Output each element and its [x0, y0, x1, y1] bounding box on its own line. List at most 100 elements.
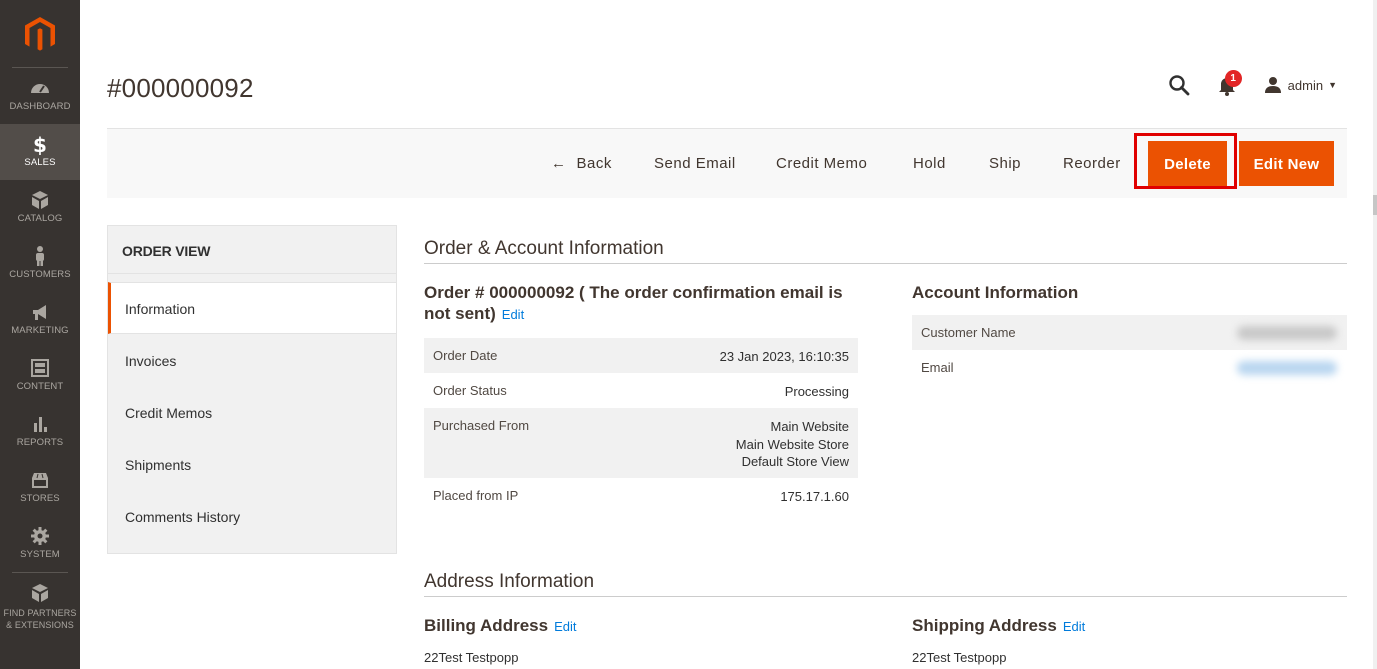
back-button[interactable]: ← Back [551, 150, 612, 178]
dollar-icon: $ [29, 133, 51, 155]
shipping-address-title: Shipping Address Edit [912, 615, 1085, 637]
send-email-button[interactable]: Send Email [654, 150, 736, 178]
sidebar-item-label: CATALOG [0, 213, 80, 225]
sidebar-item-find-partners[interactable]: FIND PARTNERS & EXTENSIONS [0, 574, 80, 634]
table-row: Order Status Processing [424, 373, 858, 408]
billing-name: 22Test Testpopp [424, 650, 518, 665]
sidebar-item-stores[interactable]: STORES [0, 460, 80, 516]
scrollbar-thumb[interactable] [1373, 195, 1377, 215]
order-status-label: Order Status [433, 383, 507, 398]
sidebar-item-label: SYSTEM [0, 549, 80, 561]
admin-username: admin [1288, 78, 1323, 93]
dashboard-icon [29, 77, 51, 99]
tab-comments-history[interactable]: Comments History [108, 491, 396, 543]
magento-logo[interactable] [0, 0, 80, 68]
sidebar-item-label-line2: & EXTENSIONS [0, 619, 80, 631]
chevron-down-icon: ▼ [1328, 80, 1337, 90]
sidebar-item-system[interactable]: SYSTEM [0, 516, 80, 572]
order-date-label: Order Date [433, 348, 497, 363]
ship-button[interactable]: Ship [989, 150, 1021, 178]
table-row: Customer Name [912, 315, 1347, 350]
gear-icon [29, 525, 51, 547]
highlight-annotation [1134, 133, 1237, 189]
customer-name-label: Customer Name [921, 325, 1016, 340]
admin-user-menu[interactable]: admin ▼ [1264, 76, 1337, 94]
layout-icon [29, 357, 51, 379]
admin-sidebar: DASHBOARD $ SALES CATALOG CUSTOMERS MARK… [0, 0, 80, 669]
sidebar-item-catalog[interactable]: CATALOG [0, 180, 80, 236]
back-label: Back [577, 155, 612, 172]
sidebar-item-content[interactable]: CONTENT [0, 348, 80, 404]
reorder-button[interactable]: Reorder [1063, 150, 1121, 178]
svg-text:$: $ [33, 133, 47, 155]
sidebar-item-customers[interactable]: CUSTOMERS [0, 236, 80, 292]
order-status-value: Processing [785, 383, 849, 401]
sidebar-item-sales[interactable]: $ SALES [0, 124, 80, 180]
tabs-divider [108, 273, 396, 274]
notifications-button[interactable]: 1 [1216, 74, 1238, 96]
order-date-value: 23 Jan 2023, 16:10:35 [720, 348, 849, 366]
billing-title-text: Billing Address [424, 616, 548, 635]
sidebar-item-label: CUSTOMERS [0, 269, 80, 281]
arrow-left-icon: ← [551, 155, 567, 172]
order-heading-line2: not sent) [424, 304, 496, 323]
tab-information[interactable]: Information [108, 282, 396, 334]
sidebar-item-label: CONTENT [0, 381, 80, 393]
order-heading: Order # 000000092 ( The order confirmati… [424, 282, 864, 325]
sidebar-divider [12, 572, 68, 573]
purchased-from-label: Purchased From [433, 418, 529, 433]
tab-invoices[interactable]: Invoices [108, 335, 396, 387]
sidebar-item-reports[interactable]: REPORTS [0, 404, 80, 460]
notification-count-badge: 1 [1225, 70, 1242, 87]
sidebar-item-label: MARKETING [0, 325, 80, 337]
email-label: Email [921, 360, 954, 375]
header-actions: 1 admin ▼ [1168, 70, 1337, 100]
box-icon [29, 582, 51, 604]
hold-button[interactable]: Hold [913, 150, 946, 178]
order-view-tabs: ORDER VIEW Information Invoices Credit M… [107, 225, 397, 554]
table-row: Email [912, 350, 1347, 385]
scrollbar-track[interactable] [1373, 0, 1377, 669]
user-icon [1264, 76, 1282, 94]
tab-credit-memos[interactable]: Credit Memos [108, 387, 396, 439]
order-edit-link[interactable]: Edit [502, 307, 524, 322]
credit-memo-button[interactable]: Credit Memo [776, 150, 867, 178]
tab-shipments[interactable]: Shipments [108, 439, 396, 491]
shipping-title-text: Shipping Address [912, 616, 1057, 635]
magento-logo-icon [0, 0, 80, 68]
person-icon [29, 245, 51, 267]
tabs-title: ORDER VIEW [122, 243, 210, 259]
edit-new-button[interactable]: Edit New [1239, 141, 1334, 186]
sidebar-item-marketing[interactable]: MARKETING [0, 292, 80, 348]
email-redacted[interactable] [1237, 361, 1337, 375]
bar-chart-icon [29, 413, 51, 435]
account-info-table: Customer Name Email [912, 315, 1347, 385]
megaphone-icon [29, 301, 51, 323]
order-account-section-title: Order & Account Information [424, 238, 664, 260]
order-heading-line1: Order # 000000092 ( The order confirmati… [424, 283, 843, 302]
table-row: Order Date 23 Jan 2023, 16:10:35 [424, 338, 858, 373]
placed-from-ip-value: 175.17.1.60 [780, 488, 849, 506]
sidebar-item-label: REPORTS [0, 437, 80, 449]
address-section-title: Address Information [424, 571, 594, 593]
purchased-from-store: Main Website Store [736, 437, 849, 452]
placed-from-ip-label: Placed from IP [433, 488, 518, 503]
purchased-from-value: Main Website Main Website Store Default … [736, 418, 849, 471]
shipping-name: 22Test Testpopp [912, 650, 1006, 665]
search-icon[interactable] [1168, 74, 1190, 96]
sidebar-item-label: DASHBOARD [0, 101, 80, 113]
page-title: #000000092 [107, 73, 254, 104]
table-row: Placed from IP 175.17.1.60 [424, 478, 858, 513]
section-divider [424, 596, 1347, 597]
sidebar-item-label-line1: FIND PARTNERS [0, 607, 80, 619]
customer-name-redacted[interactable] [1237, 326, 1337, 340]
purchased-from-store-view: Default Store View [742, 454, 849, 469]
sidebar-item-label: SALES [0, 157, 80, 169]
sidebar-item-dashboard[interactable]: DASHBOARD [0, 68, 80, 124]
purchased-from-website: Main Website [770, 419, 849, 434]
table-row: Purchased From Main Website Main Website… [424, 408, 858, 478]
shipping-edit-link[interactable]: Edit [1063, 619, 1085, 634]
billing-edit-link[interactable]: Edit [554, 619, 576, 634]
billing-address-title: Billing Address Edit [424, 615, 576, 637]
account-info-title: Account Information [912, 282, 1078, 303]
